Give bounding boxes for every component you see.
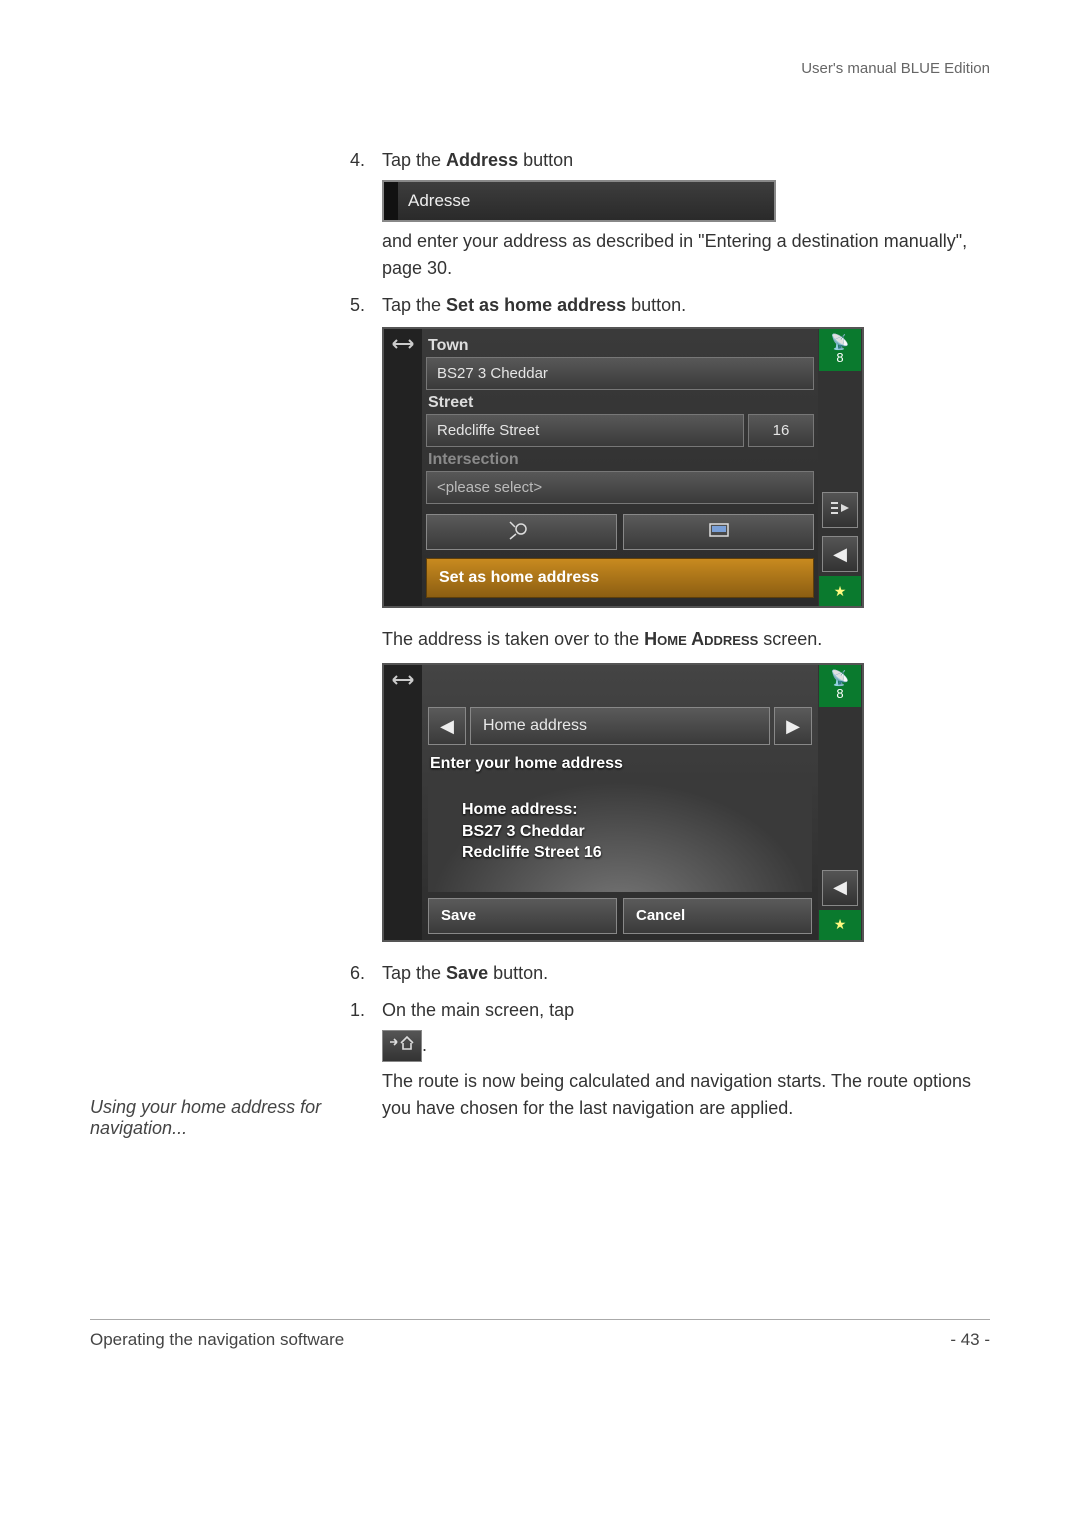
arrow-left-icon: ◀ [440,716,454,737]
step-5-result: The address is taken over to the Home Ad… [382,626,990,653]
home-address-display: Home address: BS27 3 Cheddar Redcliffe S… [428,781,812,892]
monitor-icon [708,522,730,543]
resize-icon[interactable] [390,333,416,355]
adresse-stripe [384,182,398,220]
addr-line-3: Redcliffe Street 16 [462,842,802,864]
back-button[interactable]: ◀ [822,870,858,906]
eu-stars-icon: ★ [834,583,847,600]
list-back-button[interactable] [822,492,858,528]
step-number: 5. [350,292,382,319]
step-text-after: button [518,150,573,170]
list-arrow-icon [829,500,851,521]
resize-icon[interactable] [390,669,416,691]
house-number-input[interactable]: 16 [748,414,814,447]
step-text: Tap the [382,295,446,315]
footer-left: Operating the navigation software [90,1330,344,1350]
step-bold: Set as home address [446,295,626,315]
go-home-button[interactable] [382,1030,422,1062]
save-button[interactable]: Save [428,898,617,934]
adresse-button-screenshot: Adresse [382,180,776,222]
town-label: Town [428,337,812,355]
nav-step-1-after: The route is now being calculated and na… [382,1068,990,1122]
addr-line-2: BS27 3 Cheddar [462,821,802,843]
step-5: 5. Tap the Set as home address button. [350,292,990,319]
cancel-button[interactable]: Cancel [623,898,812,934]
satellite-icon: 📡 [831,671,850,686]
prev-button[interactable]: ◀ [428,707,466,745]
satellite-count: 8 [836,686,843,701]
magnifier-icon [507,520,537,545]
back-button[interactable]: ◀ [822,536,858,572]
intersection-input[interactable]: <please select> [426,471,814,504]
arrow-left-icon: ◀ [833,877,847,898]
screen-title: Home address [470,707,770,745]
step-number: 1. [350,997,382,1024]
step-text: Tap the [382,963,446,983]
step-6: 6. Tap the Save button. [350,960,990,987]
arrow-left-icon: ◀ [833,544,847,565]
panel-title: Enter your home address [430,755,810,773]
period: . [422,1035,427,1055]
step-4-continuation: and enter your address as described in "… [382,228,990,282]
addr-line-1: Home address: [462,799,802,821]
step-number: 6. [350,960,382,987]
eu-stars-icon: ★ [834,916,847,933]
step-bold: Save [446,963,488,983]
satellite-icon: 📡 [831,335,850,350]
satellite-count: 8 [836,350,843,365]
side-note: Using your home address for navigation..… [90,1097,330,1139]
page-header: User's manual BLUE Edition [90,60,990,77]
step-bold: Address [446,150,518,170]
home-address-screenshot: ◀ Home address ▶ Enter your home address… [382,663,864,942]
result-text-before: The address is taken over to the [382,629,644,649]
set-as-home-address-button[interactable]: Set as home address [426,558,814,598]
step-text: On the main screen, tap [382,1000,574,1020]
step-text-after: button. [626,295,686,315]
street-input[interactable]: Redcliffe Street [426,414,744,447]
step-text-after: button. [488,963,548,983]
next-button[interactable]: ▶ [774,707,812,745]
search-button[interactable] [426,514,617,550]
street-label: Street [428,394,812,412]
locale-indicator[interactable]: ★ [819,910,861,940]
step-text: Tap the [382,150,446,170]
nav-step-1: 1. On the main screen, tap [350,997,990,1024]
step-4: 4. Tap the Address button [350,147,990,174]
map-button[interactable] [623,514,814,550]
gps-status[interactable]: 📡 8 [819,665,861,707]
gps-status[interactable]: 📡 8 [819,329,861,371]
adresse-label: Adresse [408,191,470,211]
result-text-after: screen. [758,629,822,649]
locale-indicator[interactable]: ★ [819,576,861,606]
arrow-home-icon [388,1032,416,1060]
town-input[interactable]: BS27 3 Cheddar [426,357,814,390]
address-entry-screenshot: Town BS27 3 Cheddar Street Redcliffe Str… [382,327,864,608]
step-number: 4. [350,147,382,174]
arrow-right-icon: ▶ [786,716,800,737]
intersection-label: Intersection [428,451,812,469]
footer-right: - 43 - [950,1330,990,1350]
home-address-smallcaps: Home Address [644,629,758,649]
